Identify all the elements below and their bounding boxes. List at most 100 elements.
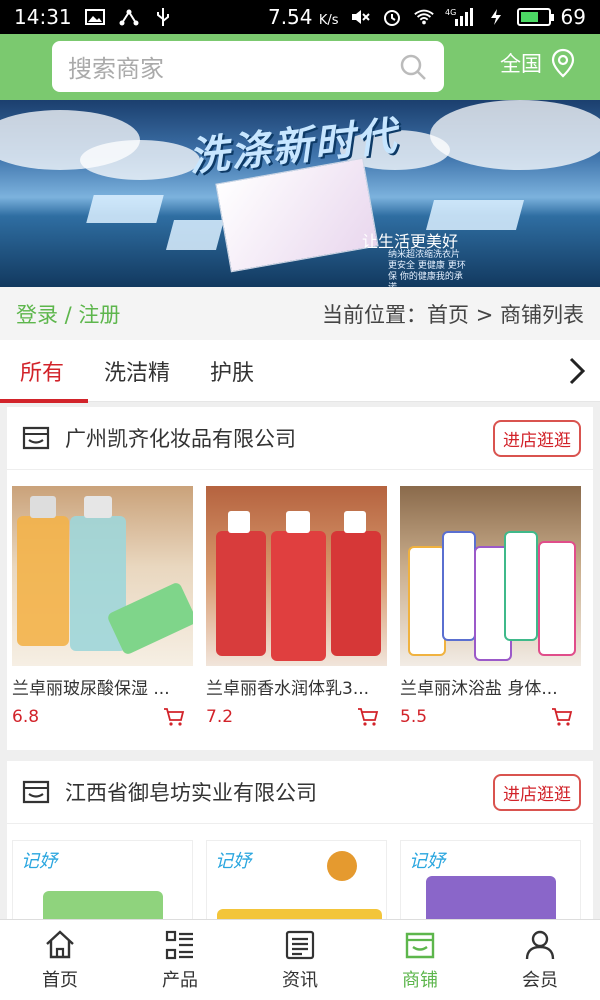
network-speed: 7.54 K/s [267, 5, 339, 29]
enter-shop-button[interactable]: 进店逛逛 [493, 773, 581, 811]
product-image[interactable]: 记妤 [400, 840, 581, 919]
honey-dipper-shape [327, 851, 357, 881]
mute-icon [349, 8, 371, 26]
shop-card: 广州凯齐化妆品有限公司 进店逛逛 兰卓丽玻尿酸保湿 ... 6.8 兰卓丽香水润… [7, 407, 593, 750]
cart-icon[interactable] [357, 707, 379, 727]
nav-label[interactable]: 资讯 [282, 966, 318, 992]
product-card[interactable]: 兰卓丽沐浴盐 身体... 5.5 [400, 486, 581, 727]
login-register-link[interactable]: 登录 / 注册 [16, 299, 120, 329]
tab-skincare[interactable]: 护肤 [190, 340, 274, 402]
brand-logo-text: 记妤 [215, 851, 251, 872]
status-time: 14:31 [14, 5, 72, 29]
product-title[interactable]: 兰卓丽玻尿酸保湿 ... [12, 674, 188, 699]
bottle-shape [216, 531, 266, 656]
search-bar[interactable]: 搜索商家 [52, 41, 444, 92]
search-placeholder[interactable]: 搜索商家 [68, 49, 398, 84]
bottle-shape [538, 541, 576, 656]
nav-label[interactable]: 会员 [522, 966, 558, 992]
alarm-icon [381, 8, 403, 26]
shop-header[interactable]: 广州凯齐化妆品有限公司 进店逛逛 [7, 407, 593, 470]
store-icon [22, 426, 50, 450]
product-card[interactable]: 记妤 [206, 840, 387, 919]
product-card[interactable]: 兰卓丽玻尿酸保湿 ... 6.8 [12, 486, 193, 727]
image-icon [84, 8, 106, 26]
bottle-shape [408, 546, 446, 656]
region-selector[interactable]: 全国 [500, 48, 576, 78]
promo-banner[interactable]: 洗涤新时代 让生活更美好 纳米超浓缩洗衣片 更安全 更健康 更环保 你的健康我的… [0, 100, 600, 287]
brand-logo-text: 记妤 [409, 851, 445, 872]
share-icon [118, 8, 140, 26]
location-bar: 登录 / 注册 当前位置：首页 > 商铺列表 [0, 287, 600, 340]
soap-bar-shape [43, 891, 163, 919]
shop-name[interactable]: 江西省御皂坊实业有限公司 [65, 777, 493, 807]
product-card[interactable]: 记妤 [12, 840, 193, 919]
shop-header[interactable]: 江西省御皂坊实业有限公司 进店逛逛 [7, 761, 593, 824]
tabs-more-button[interactable] [554, 340, 600, 402]
status-bar: 14:31 7.54 K/s 4G 69 [0, 0, 600, 34]
nav-label[interactable]: 商铺 [402, 966, 438, 992]
grid-list-icon[interactable] [163, 928, 197, 962]
tab-dish-soap[interactable]: 洗洁精 [84, 340, 190, 402]
soap-bar-shape [426, 876, 556, 919]
cart-icon[interactable] [163, 707, 185, 727]
bottle-shape [17, 516, 69, 646]
breadcrumb: 当前位置：首页 > 商铺列表 [322, 302, 584, 327]
bottle-cap-shape [286, 511, 310, 533]
nav-news[interactable]: 资讯 [240, 920, 360, 1000]
product-price: 6.8 [12, 707, 40, 727]
battery-level: 69 [560, 5, 586, 29]
usb-icon [152, 8, 174, 26]
ice-shape [86, 195, 164, 223]
region-label[interactable]: 全国 [500, 48, 542, 78]
product-image[interactable]: 记妤 [206, 840, 387, 919]
soap-bar-shape [217, 909, 382, 919]
bottle-cap-shape [228, 511, 250, 533]
banner-subtext: 纳米超浓缩洗衣片 更安全 更健康 更环保 你的健康我的承诺 [388, 250, 466, 287]
nav-label[interactable]: 首页 [42, 966, 78, 992]
app-header: 搜索商家 全国 [0, 34, 600, 100]
product-image[interactable]: 记妤 [12, 840, 193, 919]
product-card[interactable]: 记妤 [400, 840, 581, 919]
bottle-shape [271, 531, 326, 661]
signal-icon: 4G [445, 8, 475, 26]
home-icon[interactable] [43, 928, 77, 962]
ice-shape [165, 220, 225, 250]
tab-all[interactable]: 所有 [0, 340, 89, 403]
product-image[interactable] [12, 486, 193, 666]
shop-card: 江西省御皂坊实业有限公司 进店逛逛 记妤 记妤 记妤 [7, 761, 593, 919]
svg-text:4G: 4G [445, 8, 456, 17]
banner-headline: 洗涤新时代 [186, 113, 401, 181]
cloud-shape [430, 100, 600, 170]
store-icon[interactable] [403, 928, 437, 962]
product-title[interactable]: 兰卓丽沐浴盐 身体... [400, 674, 576, 699]
product-image[interactable] [400, 486, 581, 666]
cart-icon[interactable] [551, 707, 573, 727]
product-title[interactable]: 兰卓丽香水润体乳3... [206, 674, 382, 699]
wifi-icon [413, 8, 435, 26]
store-icon [22, 780, 50, 804]
battery-icon [516, 8, 554, 26]
nav-shops[interactable]: 商铺 [360, 920, 480, 1000]
category-tabs: 所有 洗洁精 护肤 [0, 340, 600, 403]
bottom-nav: 首页 产品 资讯 商铺 会员 [0, 919, 600, 1000]
bottle-cap-shape [84, 496, 112, 518]
shop-name[interactable]: 广州凯齐化妆品有限公司 [65, 423, 493, 453]
nav-label[interactable]: 产品 [162, 966, 198, 992]
charging-icon [485, 8, 507, 26]
bottle-shape [442, 531, 476, 641]
nav-products[interactable]: 产品 [120, 920, 240, 1000]
nav-home[interactable]: 首页 [0, 920, 120, 1000]
product-price: 7.2 [206, 707, 234, 727]
location-pin-icon[interactable] [550, 48, 576, 78]
news-icon[interactable] [283, 928, 317, 962]
product-card[interactable]: 兰卓丽香水润体乳3... 7.2 [206, 486, 387, 727]
bottle-cap-shape [30, 496, 56, 518]
enter-shop-button[interactable]: 进店逛逛 [493, 419, 581, 457]
chevron-right-icon[interactable] [568, 356, 586, 386]
nav-member[interactable]: 会员 [480, 920, 600, 1000]
product-image[interactable] [206, 486, 387, 666]
user-icon[interactable] [523, 928, 557, 962]
product-price: 5.5 [400, 707, 428, 727]
search-icon[interactable] [398, 52, 428, 82]
ice-shape [425, 200, 525, 230]
